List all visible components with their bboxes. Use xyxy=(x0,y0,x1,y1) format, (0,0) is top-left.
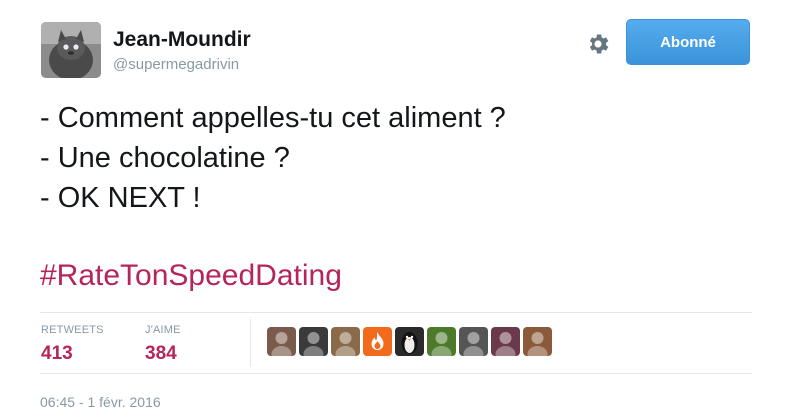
divider xyxy=(40,312,752,313)
user-avatar-icon[interactable] xyxy=(523,327,552,356)
stats-separator xyxy=(250,319,251,367)
tweet-card: Jean-Moundir @supermegadrivin Abonné - C… xyxy=(0,0,800,420)
tweet-line: - Comment appelles-tu cet aliment ? xyxy=(40,102,506,134)
user-avatar-icon[interactable] xyxy=(459,327,488,356)
tweet-timestamp[interactable]: 06:45 - 1 févr. 2016 xyxy=(40,394,161,410)
likes-label: J'AIME xyxy=(145,324,181,336)
tweet-line: - Une chocolatine ? xyxy=(40,142,290,174)
liker-avatars xyxy=(267,327,552,356)
cat-avatar-icon[interactable] xyxy=(41,22,101,78)
hashtag-link[interactable]: #RateTonSpeedDating xyxy=(40,259,342,293)
gear-icon[interactable] xyxy=(585,31,611,57)
user-avatar-icon[interactable] xyxy=(299,327,328,356)
tweet-text: - Comment appelles-tu cet aliment ? - Un… xyxy=(40,98,760,218)
author-handle[interactable]: @supermegadrivin xyxy=(113,56,239,73)
likes-count[interactable]: 384 xyxy=(145,343,177,365)
penguin-avatar-icon[interactable] xyxy=(395,327,424,356)
retweets-label: RETWEETS xyxy=(41,324,104,336)
divider xyxy=(40,373,752,374)
user-avatar-icon[interactable] xyxy=(427,327,456,356)
user-avatar-icon[interactable] xyxy=(491,327,520,356)
author-name[interactable]: Jean-Moundir xyxy=(113,28,251,52)
tweet-line: - OK NEXT ! xyxy=(40,182,201,214)
user-avatar-icon[interactable] xyxy=(267,327,296,356)
retweets-count[interactable]: 413 xyxy=(41,343,73,365)
user-avatar-icon[interactable] xyxy=(331,327,360,356)
following-button[interactable]: Abonné xyxy=(626,19,750,65)
flame-icon[interactable] xyxy=(363,327,392,356)
